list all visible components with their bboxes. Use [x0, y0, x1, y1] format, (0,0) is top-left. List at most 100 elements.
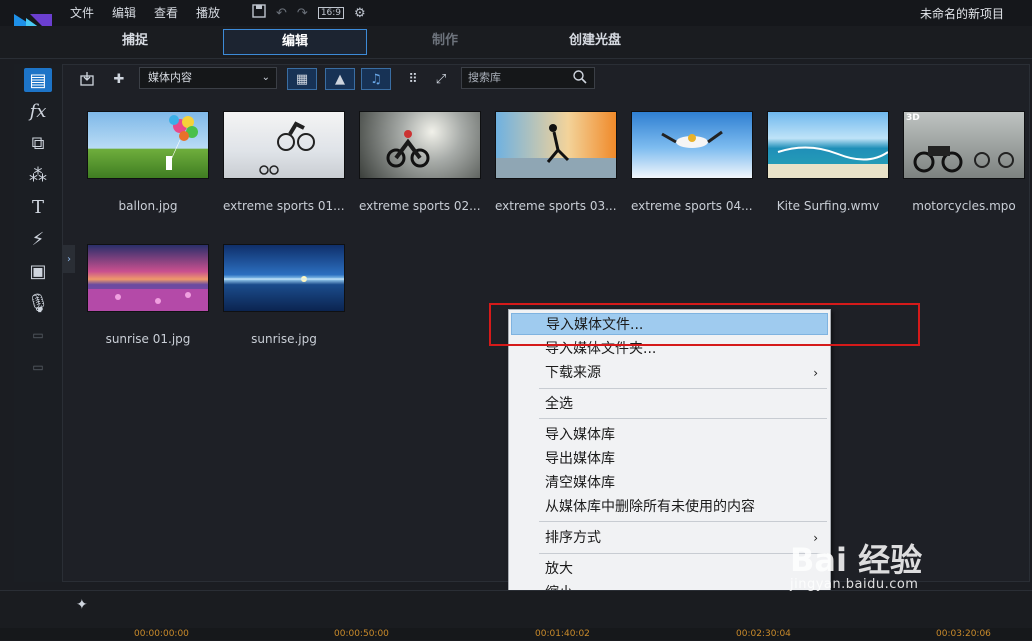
redo-icon[interactable]: ↷: [297, 6, 308, 21]
timecode: 00:00:50:00: [334, 629, 389, 639]
plugin-puzzle-icon[interactable]: ✚: [109, 68, 129, 90]
library-context-menu: 导入媒体文件... 导入媒体文件夹... 下载来源 › 全选 导入媒体库 导出媒体…: [508, 309, 831, 608]
menu-remove-unused[interactable]: 从媒体库中删除所有未使用的内容: [511, 496, 828, 518]
media-item[interactable]: sunrise 01.jpg: [87, 244, 209, 346]
room-sidebar: ▤ fx ⧉ ⁂ T ⚡ ▣ 🎙 ▭ ▭: [14, 64, 63, 582]
fx-room-icon[interactable]: fx: [24, 99, 52, 123]
media-item[interactable]: extreme sports 03....: [495, 111, 617, 213]
expand-panel-chevron-icon[interactable]: ›: [63, 245, 75, 273]
quick-toolbar: ↶ ↷ 16:9 ⚙: [252, 4, 366, 22]
media-filename: sunrise.jpg: [251, 332, 317, 346]
video-filter-icon[interactable]: ▦: [287, 68, 317, 90]
media-thumbnail: [631, 111, 753, 179]
timecode: 00:01:40:02: [535, 629, 590, 639]
media-item[interactable]: extreme sports 04....: [631, 111, 753, 213]
menu-sort-by[interactable]: 排序方式 ›: [511, 527, 828, 549]
menu-separator: [539, 418, 827, 419]
timecode: 00:00:00:00: [134, 629, 189, 639]
media-item[interactable]: 3D motorcycles.mpo: [903, 111, 1025, 213]
library-search-input[interactable]: 搜索库: [461, 67, 595, 89]
skater-image: [496, 124, 616, 178]
particle-room-icon[interactable]: ⁂: [24, 163, 52, 187]
media-filename: extreme sports 04....: [631, 199, 753, 213]
media-thumbnail: [87, 111, 209, 179]
media-thumbnail: [495, 111, 617, 179]
tab-capture[interactable]: 捕捉: [80, 29, 190, 53]
submenu-arrow-icon: ›: [813, 366, 818, 380]
library-toolbar: ✚ 媒体内容 ⌄ ▦ ▲ ♫ ⠿ ⤢ 搜索库: [63, 65, 1031, 93]
import-media-icon[interactable]: [77, 68, 97, 90]
pip-room-icon[interactable]: ⧉: [24, 131, 52, 155]
tab-create-disc[interactable]: 创建光盘: [540, 29, 650, 53]
kitesurf-image: [768, 146, 888, 178]
menu-export-library[interactable]: 导出媒体库: [511, 448, 828, 470]
media-thumbnail: [359, 111, 481, 179]
sunrise-sea-image: [224, 276, 344, 282]
menu-import-library[interactable]: 导入媒体库: [511, 424, 828, 446]
watermark-url: jingyan.baidu.com: [790, 577, 919, 592]
subtitle-room-icon: ▭: [32, 328, 44, 342]
grid-view-icon[interactable]: ⠿: [403, 68, 423, 90]
settings-gear-icon[interactable]: ⚙: [354, 6, 366, 21]
menu-bar: 文件 编辑 查看 播放: [70, 4, 220, 21]
watermark-title: Bai 经验: [790, 541, 923, 579]
menu-separator: [539, 521, 827, 522]
media-thumbnail: [223, 244, 345, 312]
menu-separator: [539, 553, 827, 554]
magic-tools-icon[interactable]: ✦: [76, 597, 88, 613]
media-filename: ballon.jpg: [118, 199, 178, 213]
menu-view[interactable]: 查看: [154, 4, 178, 21]
menu-edit[interactable]: 编辑: [112, 4, 136, 21]
mode-tabs: 捕捉 编辑 制作 创建光盘: [0, 26, 1032, 59]
undo-icon[interactable]: ↶: [276, 6, 287, 21]
tab-produce[interactable]: 制作: [390, 29, 500, 53]
media-filename: extreme sports 01....: [223, 199, 345, 213]
menu-select-all[interactable]: 全选: [511, 393, 828, 415]
menu-play[interactable]: 播放: [196, 4, 220, 21]
timecode: 00:02:30:04: [736, 629, 791, 639]
audio-mix-room-icon: ▭: [32, 360, 44, 374]
search-placeholder: 搜索库: [468, 71, 501, 84]
aspect-ratio-icon[interactable]: 16:9: [317, 7, 345, 19]
media-item[interactable]: ballon.jpg: [87, 111, 209, 213]
menu-zoom-in[interactable]: 放大: [511, 558, 828, 580]
audio-filter-icon[interactable]: ♫: [361, 68, 391, 90]
expand-view-icon[interactable]: ⤢: [431, 68, 451, 90]
timecode: 00:03:20:06: [936, 629, 991, 639]
search-icon[interactable]: [572, 69, 588, 85]
balloons-image: [166, 115, 198, 170]
media-item[interactable]: Kite Surfing.wmv: [767, 111, 889, 213]
title-room-icon[interactable]: T: [24, 195, 52, 219]
chapter-room-icon[interactable]: ▣: [24, 259, 52, 283]
bmx-image: [259, 121, 315, 175]
library-filter-dropdown[interactable]: 媒体内容 ⌄: [139, 67, 277, 89]
project-title: 未命名的新项目: [919, 7, 1004, 21]
menu-file[interactable]: 文件: [70, 4, 94, 21]
menu-download-source[interactable]: 下载来源 ›: [511, 362, 828, 384]
media-filename: extreme sports 03....: [495, 199, 617, 213]
chevron-down-icon: ⌄: [261, 72, 270, 83]
annotation-highlight-box: [489, 303, 920, 346]
media-thumbnail: [87, 244, 209, 312]
3d-badge: 3D: [906, 113, 920, 123]
transition-room-icon[interactable]: ⚡: [24, 227, 52, 251]
media-filename: motorcycles.mpo: [912, 199, 1016, 213]
tab-edit[interactable]: 编辑: [223, 29, 367, 55]
media-thumbnail: 3D: [903, 111, 1025, 179]
title-bar: 文件 编辑 查看 播放 ↶ ↷ 16:9 ⚙ 未命名的新项目: [0, 0, 1032, 42]
menu-clear-library[interactable]: 清空媒体库: [511, 472, 828, 494]
media-item[interactable]: extreme sports 01....: [223, 111, 345, 213]
library-filter-value: 媒体内容: [148, 71, 192, 84]
image-filter-icon[interactable]: ▲: [325, 68, 355, 90]
media-item[interactable]: extreme sports 02....: [359, 111, 481, 213]
voice-record-icon[interactable]: 🎙: [24, 291, 52, 315]
media-item[interactable]: sunrise.jpg: [223, 244, 345, 346]
save-icon[interactable]: [252, 4, 266, 22]
media-room-icon[interactable]: ▤: [24, 68, 52, 92]
menu-separator: [539, 388, 827, 389]
motorcycles-image: [913, 146, 1014, 173]
media-thumbnail: [767, 111, 889, 179]
baidu-jingyan-watermark: Bai 经验 jingyan.baidu.com: [790, 535, 922, 592]
timeline-ruler: 00:00:00:00 00:00:50:00 00:01:40:02 00:0…: [0, 628, 1032, 640]
media-filename: sunrise 01.jpg: [105, 332, 191, 346]
